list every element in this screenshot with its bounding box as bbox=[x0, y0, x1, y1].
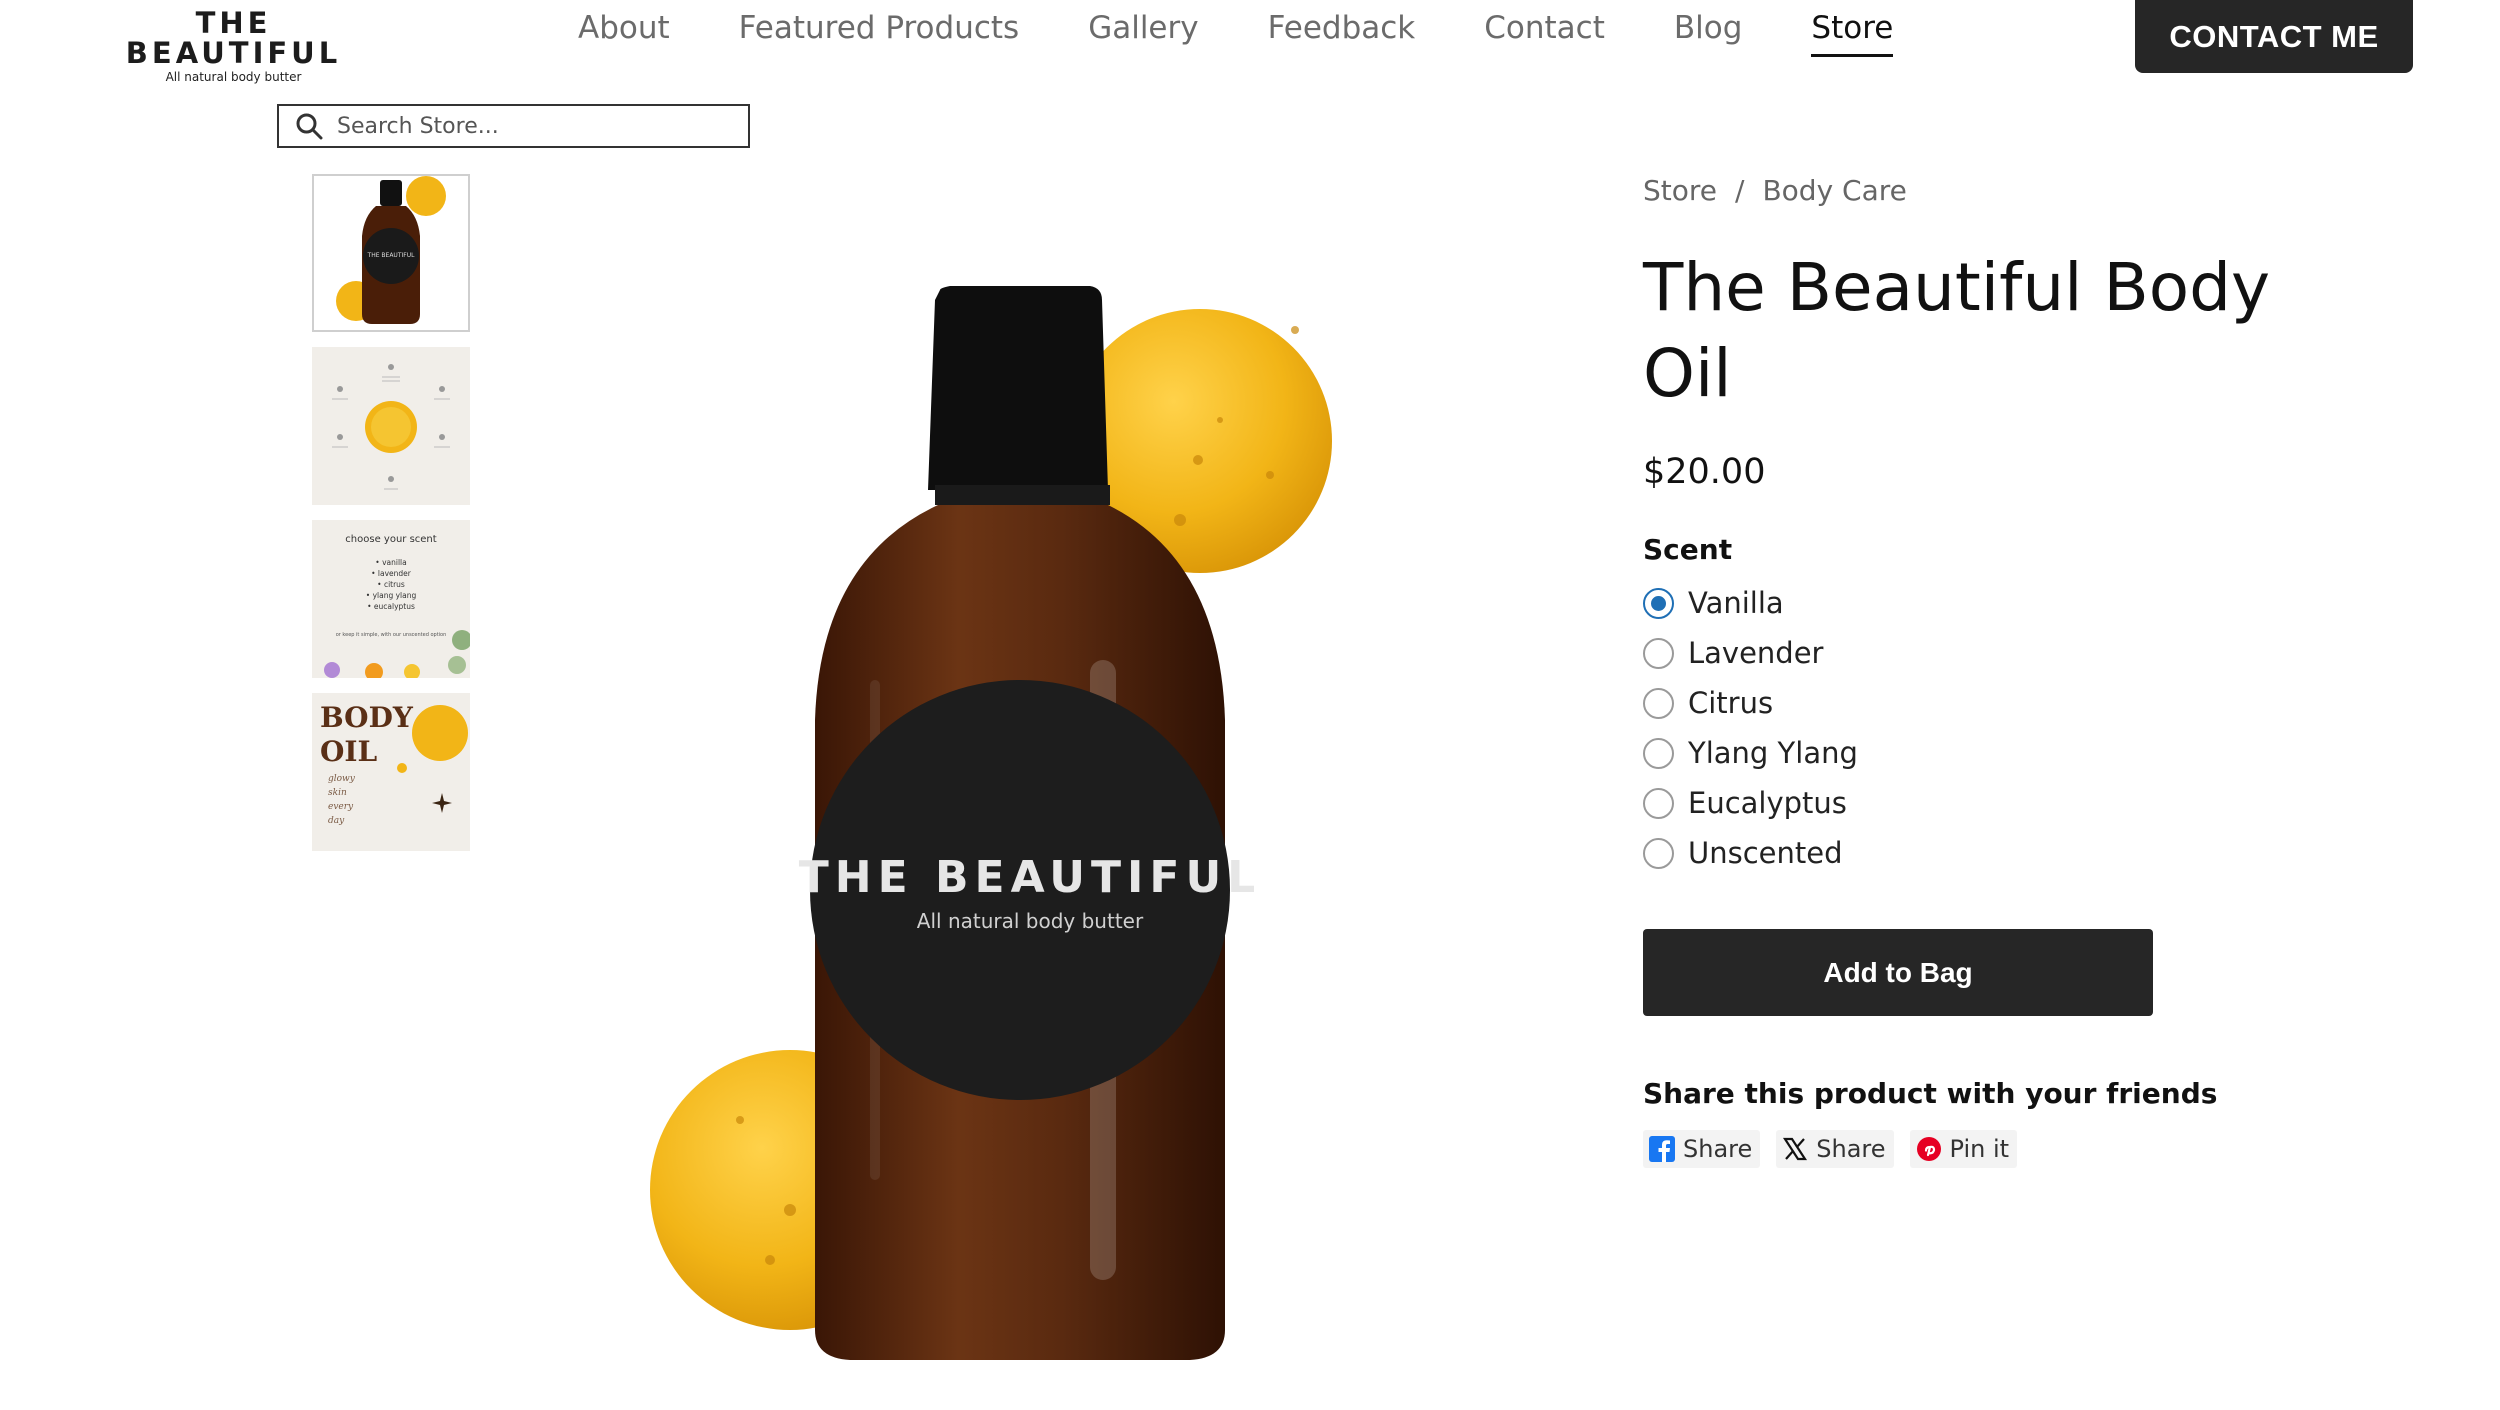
scent-option-label: Eucalyptus bbox=[1688, 786, 1847, 820]
breadcrumb: Store / Body Care bbox=[1643, 174, 1907, 207]
main-product-image: THE BEAUTIFUL All natural body butter bbox=[620, 260, 1420, 1410]
radio-button[interactable] bbox=[1643, 587, 1674, 619]
bottle-label-subtitle: All natural body butter bbox=[917, 909, 1144, 933]
scent-option-vanilla[interactable]: Vanilla bbox=[1643, 578, 1858, 628]
x-share-button[interactable]: Share bbox=[1776, 1130, 1894, 1168]
contact-me-button[interactable]: CONTACT ME bbox=[2135, 0, 2413, 73]
radio-button[interactable] bbox=[1643, 737, 1674, 769]
nav-blog[interactable]: Blog bbox=[1674, 0, 1743, 62]
radio-button[interactable] bbox=[1643, 637, 1674, 669]
scent-option-lavender[interactable]: Lavender bbox=[1643, 628, 1858, 678]
thumbnail-body-oil-card[interactable]: BODY OIL glowy skin every day bbox=[312, 693, 470, 851]
main-nav: About Featured Products Gallery Feedback… bbox=[578, 0, 1962, 70]
thumbnail-gallery: THE BEAUTIFUL choose your scent • vanill… bbox=[312, 174, 470, 866]
scent-label: Scent bbox=[1643, 533, 1733, 566]
thumbnail-bottle[interactable]: THE BEAUTIFUL bbox=[312, 174, 470, 332]
radio-button[interactable] bbox=[1643, 787, 1674, 819]
tagline-word: glowy bbox=[328, 774, 356, 784]
nav-store[interactable]: Store bbox=[1811, 0, 1894, 62]
scent-option-label: Ylang Ylang bbox=[1688, 736, 1858, 770]
x-icon bbox=[1780, 1134, 1810, 1164]
share-label: Pin it bbox=[1949, 1135, 2010, 1163]
breadcrumb-body-care[interactable]: Body Care bbox=[1762, 174, 1906, 207]
body-oil-thumbnail-image: BODY OIL glowy skin every day bbox=[312, 693, 470, 851]
search-input[interactable] bbox=[337, 113, 717, 139]
product-price: $20.00 bbox=[1643, 452, 1766, 492]
radio-button[interactable] bbox=[1643, 687, 1674, 719]
thumbnail-label-text: THE BEAUTIFUL bbox=[367, 252, 416, 259]
scent-option-label: Unscented bbox=[1688, 836, 1843, 870]
scent-option-ylang-ylang[interactable]: Ylang Ylang bbox=[1643, 728, 1858, 778]
site-logo[interactable]: THE BEAUTIFUL All natural body butter bbox=[101, 8, 366, 84]
tagline-word: skin bbox=[328, 788, 347, 798]
bottle-label-title: THE BEAUTIFUL bbox=[799, 852, 1261, 903]
scent-line: • eucalyptus bbox=[367, 602, 415, 611]
bottle-thumbnail-image: THE BEAUTIFUL bbox=[336, 176, 446, 324]
breadcrumb-store[interactable]: Store bbox=[1643, 174, 1717, 207]
share-label: Share bbox=[1683, 1135, 1753, 1163]
pinterest-icon bbox=[1914, 1134, 1944, 1164]
scent-option-label: Vanilla bbox=[1688, 586, 1784, 620]
scent-option-eucalyptus[interactable]: Eucalyptus bbox=[1643, 778, 1858, 828]
search-icon bbox=[296, 113, 323, 140]
tagline-word: day bbox=[328, 816, 345, 826]
pinterest-share-button[interactable]: Pin it bbox=[1909, 1130, 2018, 1168]
scent-line: • lavender bbox=[371, 569, 412, 578]
scent-line: • vanilla bbox=[375, 558, 406, 567]
scent-option-citrus[interactable]: Citrus bbox=[1643, 678, 1858, 728]
product-title: The Beautiful Body Oil bbox=[1643, 249, 2271, 412]
nav-about[interactable]: About bbox=[578, 0, 670, 62]
scents-heading: choose your scent bbox=[345, 534, 436, 545]
body-oil-line1: BODY bbox=[320, 701, 414, 734]
tagline-word: every bbox=[328, 802, 354, 812]
scent-option-label: Citrus bbox=[1688, 686, 1774, 720]
logo-title: THE BEAUTIFUL bbox=[125, 6, 342, 70]
scent-line: • citrus bbox=[377, 580, 405, 589]
infographic-thumbnail-image bbox=[312, 347, 470, 505]
nav-contact[interactable]: Contact bbox=[1484, 0, 1605, 62]
scent-option-label: Lavender bbox=[1688, 636, 1824, 670]
nav-gallery[interactable]: Gallery bbox=[1088, 0, 1198, 62]
scent-option-unscented[interactable]: Unscented bbox=[1643, 828, 1858, 878]
scent-options: Vanilla Lavender Citrus Ylang Ylang Euca… bbox=[1643, 578, 1858, 878]
scent-line: • ylang ylang bbox=[366, 591, 417, 600]
body-oil-line2: OIL bbox=[320, 735, 377, 768]
breadcrumb-separator: / bbox=[1735, 174, 1745, 207]
nav-feedback[interactable]: Feedback bbox=[1268, 0, 1416, 62]
share-label: Share bbox=[1816, 1135, 1886, 1163]
radio-button[interactable] bbox=[1643, 837, 1674, 869]
scents-footer: or keep it simple, with our unscented op… bbox=[336, 632, 447, 638]
scents-thumbnail-image: choose your scent • vanilla • lavender •… bbox=[312, 520, 470, 678]
store-search[interactable] bbox=[277, 104, 750, 148]
facebook-share-button[interactable]: Share bbox=[1643, 1130, 1761, 1168]
logo-subtitle: All natural body butter bbox=[165, 70, 302, 84]
share-buttons: Share Share Pin it bbox=[1643, 1130, 2018, 1168]
thumbnail-scents[interactable]: choose your scent • vanilla • lavender •… bbox=[312, 520, 470, 678]
share-heading: Share this product with your friends bbox=[1643, 1077, 2218, 1110]
add-to-bag-button[interactable]: Add to Bag bbox=[1643, 929, 2153, 1016]
bottle-cap bbox=[928, 286, 1108, 490]
thumbnail-infographic[interactable] bbox=[312, 347, 470, 505]
nav-featured-products[interactable]: Featured Products bbox=[739, 0, 1020, 62]
facebook-icon bbox=[1647, 1134, 1677, 1164]
